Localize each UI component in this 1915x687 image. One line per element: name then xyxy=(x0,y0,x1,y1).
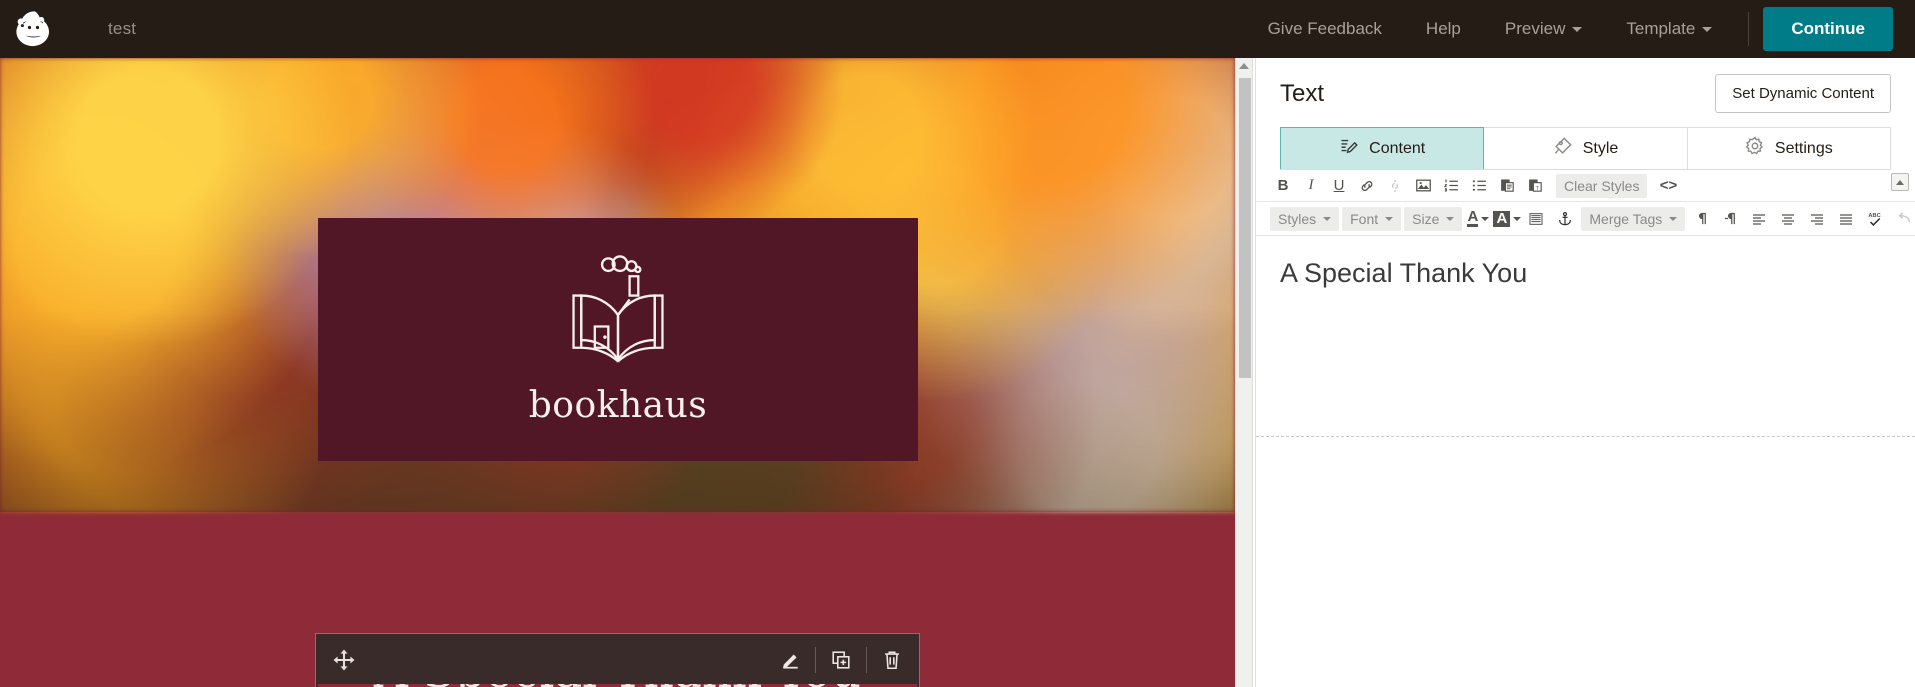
block-action-buttons xyxy=(765,636,917,684)
paragraph-rtl-icon[interactable] xyxy=(1717,207,1743,231)
horizontal-rule-icon[interactable] xyxy=(1523,207,1549,231)
logo-wordmark: bookhaus xyxy=(528,385,708,426)
unordered-list-button[interactable] xyxy=(1466,174,1492,198)
tab-content[interactable]: Content xyxy=(1280,127,1485,169)
editor-toolbar-row-2: Styles Font Size A A Merge Tags ABC xyxy=(1256,202,1915,236)
canvas-scrollbar[interactable] xyxy=(1235,58,1253,687)
set-dynamic-content-button[interactable]: Set Dynamic Content xyxy=(1715,74,1891,113)
rich-text-editor[interactable]: A Special Thank You xyxy=(1256,236,1915,436)
give-feedback-label: Give Feedback xyxy=(1267,19,1382,38)
block-action-toolbar xyxy=(318,636,917,684)
help-label: Help xyxy=(1425,19,1461,38)
chevron-down-icon xyxy=(1702,26,1713,32)
preview-menu[interactable]: Preview xyxy=(1483,19,1604,39)
chevron-down-icon xyxy=(1572,26,1583,32)
insert-link-button[interactable] xyxy=(1354,174,1380,198)
paste-button[interactable] xyxy=(1494,174,1520,198)
insert-image-button[interactable] xyxy=(1410,174,1436,198)
preview-label: Preview xyxy=(1504,19,1566,38)
anchor-icon[interactable] xyxy=(1552,207,1578,231)
bookhaus-open-book-house-logo-icon xyxy=(560,253,676,371)
move-arrows-icon[interactable] xyxy=(332,648,356,672)
spellcheck-abc-icon[interactable]: ABC xyxy=(1862,207,1888,231)
template-menu[interactable]: Template xyxy=(1604,19,1734,39)
italic-button[interactable]: I xyxy=(1298,174,1324,198)
clear-styles-button[interactable]: Clear Styles xyxy=(1556,173,1648,198)
tab-style[interactable]: Style xyxy=(1484,127,1688,169)
top-app-bar: test Give Feedback Help Preview Template… xyxy=(0,0,1915,58)
panel-tabs: Content Style Settings xyxy=(1280,127,1891,170)
paragraph-ltr-icon[interactable] xyxy=(1688,207,1714,231)
size-dropdown[interactable]: Size xyxy=(1404,206,1463,231)
edit-block-button[interactable] xyxy=(765,636,815,684)
logo-block[interactable]: bookhaus xyxy=(318,218,918,461)
selected-text-block[interactable]: A Special Thank You xyxy=(315,633,920,687)
highlight-color-icon[interactable]: A xyxy=(1493,207,1522,231)
template-label: Template xyxy=(1626,19,1696,38)
svg-text:T: T xyxy=(1535,186,1539,192)
continue-button[interactable]: Continue xyxy=(1763,7,1893,51)
top-bar-divider xyxy=(1748,12,1750,46)
ordered-list-button[interactable] xyxy=(1438,174,1464,198)
delete-block-button[interactable] xyxy=(867,636,917,684)
text-settings-panel: Text Set Dynamic Content Content Style S… xyxy=(1255,58,1915,687)
panel-header: Text Set Dynamic Content xyxy=(1256,58,1915,113)
mailchimp-freddie-logo-icon[interactable] xyxy=(12,6,58,52)
merge-tags-label: Merge Tags xyxy=(1589,210,1663,227)
merge-tags-dropdown[interactable]: Merge Tags xyxy=(1581,206,1686,231)
text-color-icon[interactable]: A xyxy=(1465,207,1491,231)
give-feedback-link[interactable]: Give Feedback xyxy=(1246,19,1404,39)
help-link[interactable]: Help xyxy=(1404,19,1483,39)
campaign-name-label[interactable]: test xyxy=(108,19,136,39)
font-dropdown[interactable]: Font xyxy=(1342,206,1402,231)
align-justify-icon[interactable] xyxy=(1833,207,1859,231)
size-label: Size xyxy=(1412,210,1440,227)
clear-styles-label: Clear Styles xyxy=(1564,177,1640,194)
duplicate-block-button[interactable] xyxy=(816,636,866,684)
scroll-up-arrow-icon[interactable] xyxy=(1236,58,1252,74)
page-title: Text xyxy=(1280,79,1325,107)
underline-button[interactable]: U xyxy=(1326,174,1352,198)
editor-toolbar-row-1: B I U T Clear Styles <> xyxy=(1256,170,1915,202)
align-left-icon[interactable] xyxy=(1746,207,1772,231)
undo-icon xyxy=(1891,207,1915,231)
svg-text:ABC: ABC xyxy=(1868,213,1880,219)
align-right-icon[interactable] xyxy=(1804,207,1830,231)
bold-button[interactable]: B xyxy=(1270,174,1296,198)
scrollbar-thumb[interactable] xyxy=(1239,78,1251,378)
styles-dropdown[interactable]: Styles xyxy=(1270,206,1340,231)
tab-style-label: Style xyxy=(1582,139,1619,157)
paste-as-text-button[interactable]: T xyxy=(1522,174,1548,198)
collapse-toolbar-icon[interactable] xyxy=(1891,173,1909,191)
source-code-button[interactable]: <> xyxy=(1655,174,1681,198)
tab-content-label: Content xyxy=(1369,139,1426,157)
top-bar-actions: Give Feedback Help Preview Template Cont… xyxy=(1246,0,1915,58)
email-canvas-area[interactable]: bookhaus A Special Thank You xyxy=(0,58,1253,687)
styles-label: Styles xyxy=(1278,210,1317,227)
panel-section-divider xyxy=(1256,436,1915,437)
tab-settings-label: Settings xyxy=(1774,139,1833,157)
font-label: Font xyxy=(1350,210,1379,227)
content-pencil-icon xyxy=(1339,136,1359,161)
tab-settings[interactable]: Settings xyxy=(1687,127,1891,169)
gear-icon xyxy=(1745,136,1765,161)
email-body[interactable]: bookhaus A Special Thank You xyxy=(0,58,1235,687)
editor-text-value[interactable]: A Special Thank You xyxy=(1280,258,1891,289)
align-center-icon[interactable] xyxy=(1775,207,1801,231)
style-tag-icon xyxy=(1553,136,1573,161)
unlink-button xyxy=(1382,174,1408,198)
